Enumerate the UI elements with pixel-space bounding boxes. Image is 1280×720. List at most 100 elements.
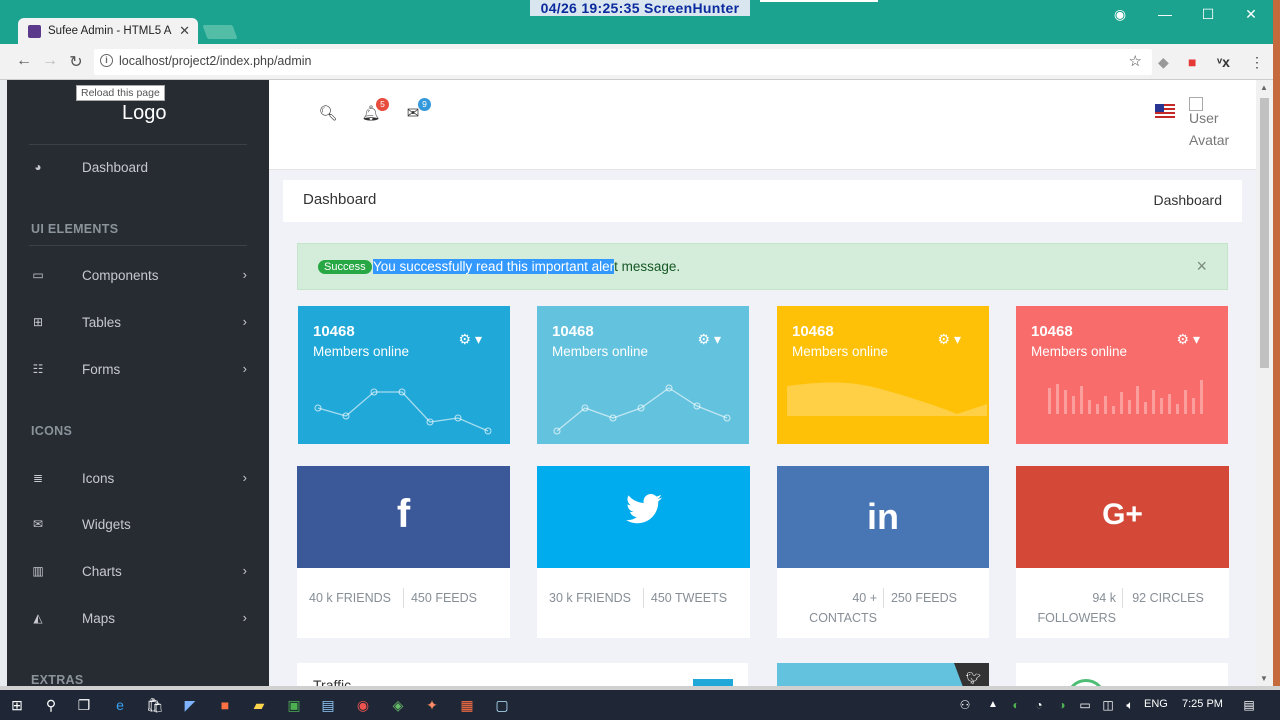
browser-tab[interactable]: Sufee Admin - HTML5 A ✕ (18, 18, 198, 45)
app-icon[interactable]: ◈ (389, 696, 407, 714)
scroll-down-icon[interactable]: ▼ (1260, 674, 1268, 683)
network-icon[interactable]: ◫ (1099, 696, 1117, 714)
gear-dropdown-icon[interactable]: ⚙ ▾ (938, 331, 961, 348)
tray-up-icon[interactable]: ▲ (984, 696, 1002, 714)
sparkline-line (314, 388, 492, 435)
info-icon[interactable]: i (100, 54, 113, 67)
sidebar-item-maps[interactable]: ◭ Maps › (7, 599, 269, 639)
stat-label: Members online (792, 344, 889, 359)
minimize-button[interactable]: — (1155, 6, 1175, 22)
stat-card: 10468 Members online ⚙ ▾ (298, 306, 510, 444)
breadcrumb[interactable]: Dashboard (1154, 192, 1223, 208)
people-icon[interactable]: ⚇ (956, 696, 974, 714)
twitter-icon[interactable] (537, 494, 750, 533)
bookmark-star-icon[interactable]: ☆ (1129, 52, 1142, 70)
app-icon[interactable]: ◤ (181, 696, 199, 714)
folder-icon[interactable]: ▰ (250, 696, 268, 714)
laptop-icon: ▭ (32, 268, 44, 282)
chrome-icon[interactable]: ◉ (354, 696, 372, 714)
stat-card: 10468 Members online ⚙ ▾ (777, 306, 989, 444)
sidebar-item-icons[interactable]: ≣ Icons › (7, 459, 269, 499)
app-icon[interactable]: ✦ (423, 696, 441, 714)
gear-dropdown-icon[interactable]: ⚙ ▾ (459, 331, 482, 348)
extension-icon[interactable]: ◆ (1158, 54, 1169, 71)
twitter-icon: 🐦︎ (965, 671, 981, 685)
section-ui-elements: UI ELEMENTS (31, 222, 119, 236)
notification-center-icon[interactable]: ▤ (1240, 696, 1258, 714)
extension-vx-icon[interactable]: ᵛx (1217, 54, 1230, 70)
search-icon[interactable]: ⚲ (42, 696, 60, 714)
sidebar-item-components[interactable]: ▭ Components › (7, 256, 269, 296)
forward-button[interactable]: → (40, 52, 60, 70)
store-icon[interactable]: 🛍︎ (146, 696, 164, 714)
extension-red-icon[interactable]: ■ (1188, 54, 1196, 70)
dashboard-icon: ◕ (34, 160, 42, 174)
reload-button[interactable]: ↻ (66, 52, 86, 72)
page-scrollbar[interactable]: ▲ ▼ (1256, 80, 1273, 686)
sidebar-item-charts[interactable]: ▥ Charts › (7, 552, 269, 592)
stat-value: 10468 (792, 323, 834, 340)
sidebar-item-dashboard[interactable]: ◕ Dashboard (7, 148, 269, 188)
tray-icon[interactable]: ◔ (1030, 696, 1048, 714)
maximize-button[interactable]: ☐ (1198, 6, 1218, 23)
tray-icon[interactable]: ◐ (1007, 696, 1025, 714)
task-view-icon[interactable]: ❐ (75, 696, 93, 714)
search-icon[interactable]: 🔍︎ (318, 104, 338, 122)
table-icon: ⊞ (32, 315, 44, 329)
stat-card: 10468 Members online ⚙ ▾ (537, 306, 749, 444)
tray-icon[interactable]: ◑ (1053, 696, 1071, 714)
app-icon[interactable]: ▣ (285, 696, 303, 714)
sparkline-area (787, 382, 987, 416)
scroll-thumb[interactable] (1260, 98, 1269, 368)
chevron-right-icon: › (242, 314, 247, 329)
stat-value: 10468 (313, 323, 355, 340)
chevron-right-icon: › (242, 610, 247, 625)
social-card-facebook: f 40 k FRIENDS 450 FEEDS (297, 466, 510, 638)
volume-icon[interactable]: 🔈︎ (1121, 696, 1139, 714)
us-flag-icon[interactable] (1155, 104, 1175, 118)
facebook-icon[interactable]: f (297, 492, 510, 537)
progress-card (1016, 663, 1228, 686)
chevron-right-icon: › (242, 470, 247, 485)
sidebar-item-tables[interactable]: ⊞ Tables › (7, 303, 269, 343)
envelope-icon: ✉ (32, 517, 44, 531)
url-text[interactable]: localhost/project2/index.php/admin (119, 54, 311, 68)
edge-icon[interactable]: e (111, 696, 129, 714)
success-alert: Success You successfully read this impor… (297, 243, 1228, 290)
logo-text[interactable]: Logo (122, 102, 167, 125)
user-avatar[interactable]: User Avatar (1189, 97, 1239, 151)
tab-close-icon[interactable]: ✕ (179, 23, 190, 39)
alert-close-button[interactable]: × (1196, 256, 1207, 277)
linkedin-icon[interactable]: in (777, 496, 989, 538)
gear-dropdown-icon[interactable]: ⚙ ▾ (1177, 331, 1200, 348)
clock[interactable]: 7:25 PM (1182, 698, 1223, 710)
windows-start-icon[interactable]: ⊞ (8, 696, 26, 714)
section-extras: EXTRAS (31, 673, 84, 686)
google-plus-icon[interactable]: G+ (1016, 498, 1229, 532)
app-icon[interactable]: ■ (216, 696, 234, 714)
app-icon[interactable]: ▦ (458, 696, 476, 714)
stat-label: Members online (1031, 344, 1128, 359)
alert-message: You successfully read this important ale… (373, 259, 681, 274)
gear-dropdown-icon[interactable]: ⚙ ▾ (698, 331, 721, 348)
profile-icon[interactable]: ◉ (1110, 6, 1130, 23)
sidebar-item-forms[interactable]: ☷ Forms › (7, 350, 269, 390)
app-icon[interactable]: ▤ (319, 696, 337, 714)
main-content: 🔍︎ 🔔︎ 5 ✉ 9 User Avatar Dashboard Dashbo… (269, 80, 1256, 686)
battery-icon[interactable]: ▭ (1076, 696, 1094, 714)
language-indicator[interactable]: ENG (1144, 698, 1168, 710)
grid-icon: ☷ (32, 362, 44, 376)
back-button[interactable]: ← (14, 52, 34, 70)
social-card-google-plus: G+ 94 k FOLLOWERS 92 CIRCLES (1016, 466, 1229, 638)
sparkline-line (553, 384, 731, 435)
new-tab-button[interactable] (202, 25, 238, 39)
close-window-button[interactable]: ✕ (1241, 6, 1261, 23)
scroll-up-icon[interactable]: ▲ (1260, 83, 1268, 92)
app-icon[interactable]: ▢ (493, 696, 511, 714)
sidebar-item-widgets[interactable]: ✉ Widgets (7, 505, 269, 545)
chrome-menu-icon[interactable]: ⋮ (1250, 54, 1264, 71)
omnibox[interactable]: i localhost/project2/index.php/admin ☆ (94, 49, 1152, 75)
top-header: 🔍︎ 🔔︎ 5 ✉ 9 User Avatar (269, 80, 1256, 170)
social-card-twitter: 30 k FRIENDS 450 TWEETS (537, 466, 750, 638)
page-header: Dashboard Dashboard (283, 180, 1242, 222)
